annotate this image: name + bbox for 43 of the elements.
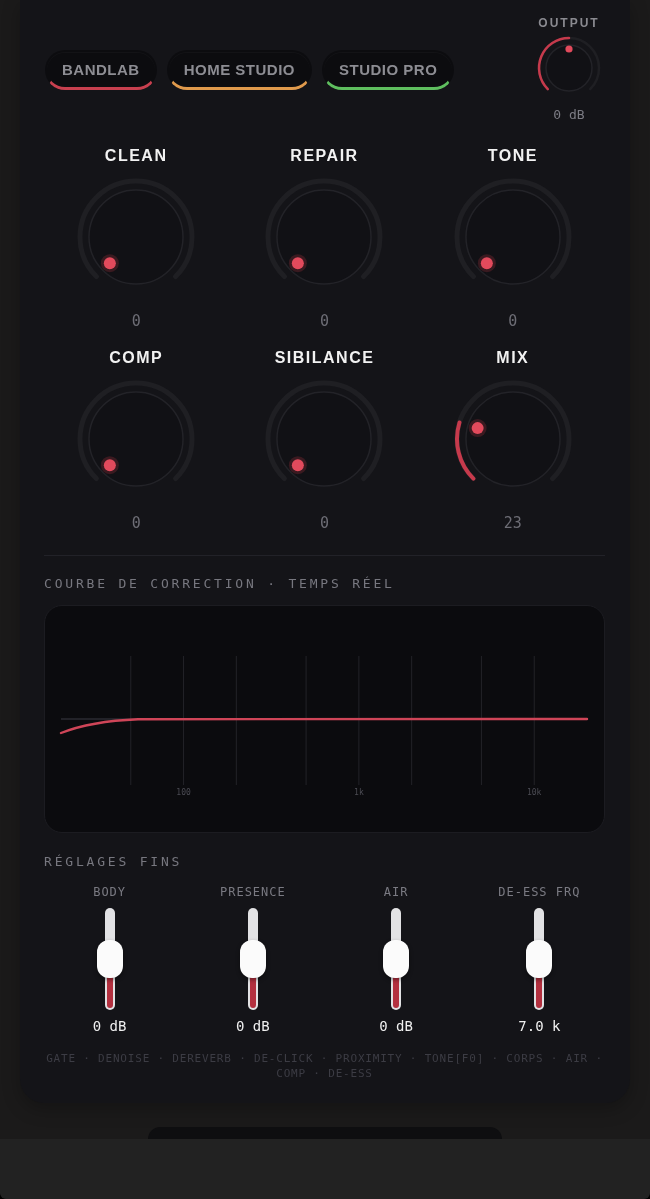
preset-button[interactable]: STUDIO PRO bbox=[322, 50, 455, 90]
knob-value: 0 bbox=[131, 513, 141, 533]
slider-track[interactable] bbox=[382, 908, 411, 1010]
knob-label: TONE bbox=[487, 146, 538, 166]
slider-thumb[interactable] bbox=[526, 940, 553, 978]
slider-thumb[interactable] bbox=[96, 940, 123, 978]
knob-indicator bbox=[477, 254, 496, 273]
slider-label: AIR bbox=[383, 884, 409, 900]
knob-label: REPAIR bbox=[290, 146, 359, 166]
slider-label: PRESENCE bbox=[219, 884, 286, 900]
knob-indicator bbox=[101, 456, 119, 475]
axis-tick-label: 1k bbox=[354, 787, 364, 797]
knob-indicator bbox=[289, 456, 308, 475]
section-title: COURBE DE CORRECTION · TEMPS RÉEL bbox=[44, 575, 396, 593]
knob-indicator bbox=[289, 254, 308, 273]
slider-value: 0 dB bbox=[92, 1017, 127, 1035]
output-reading: 0 dB bbox=[553, 107, 585, 123]
slider-value: 0 dB bbox=[379, 1017, 413, 1035]
slider-value: 7.0 k bbox=[518, 1017, 561, 1035]
slider-track[interactable] bbox=[238, 908, 267, 1010]
slider-track[interactable] bbox=[95, 908, 124, 1010]
knob-value: 0 bbox=[508, 311, 518, 331]
slider-label: DE-ESS FRQ bbox=[498, 884, 581, 900]
knob-label: MIX bbox=[496, 348, 530, 368]
knob-value: 0 bbox=[131, 311, 141, 331]
slider-label: BODY bbox=[93, 884, 127, 900]
axis-tick-label: 100 bbox=[176, 787, 191, 797]
slider-thumb[interactable] bbox=[383, 940, 410, 978]
knob-label: COMP bbox=[109, 348, 164, 368]
section-title: RÉGLAGES FINS bbox=[44, 853, 184, 871]
knob-label: CLEAN bbox=[104, 146, 168, 166]
knob-value: 23 bbox=[503, 513, 522, 533]
slider-thumb[interactable] bbox=[239, 940, 266, 978]
slider-track[interactable] bbox=[525, 908, 554, 1010]
output-label: OUTPUT bbox=[538, 15, 600, 31]
preset-button[interactable]: HOME STUDIO bbox=[166, 50, 312, 90]
knob-value: 0 bbox=[319, 311, 329, 331]
knob-value: 0 bbox=[319, 513, 329, 533]
knob-indicator bbox=[101, 254, 119, 273]
preset-button[interactable]: BANDLAB bbox=[45, 50, 157, 90]
axis-tick-label: 10k bbox=[527, 787, 542, 797]
knob-label: SIBILANCE bbox=[274, 348, 375, 368]
slider-value: 0 dB bbox=[236, 1017, 270, 1035]
